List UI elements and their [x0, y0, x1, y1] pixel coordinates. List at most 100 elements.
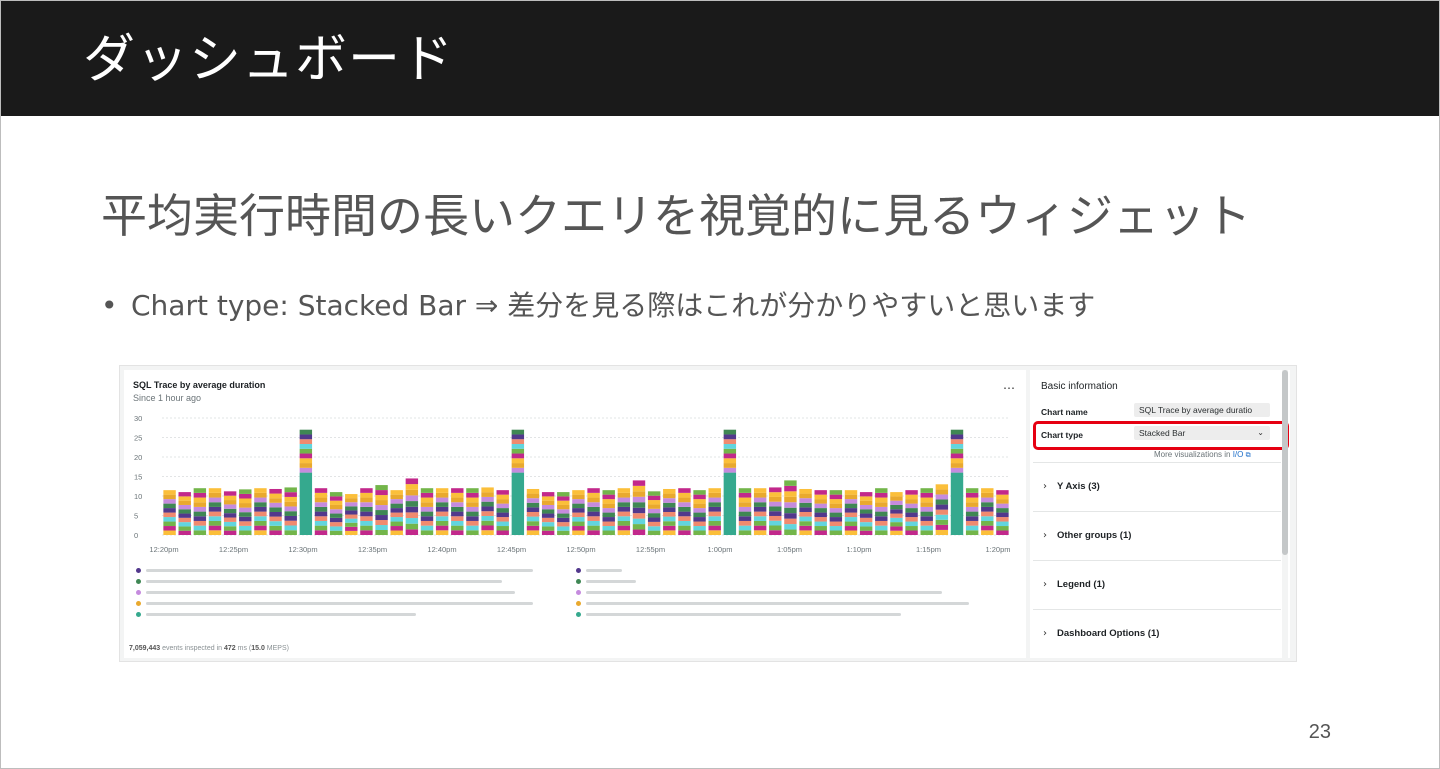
bar-segment — [920, 506, 933, 512]
bar-segment — [345, 498, 358, 503]
bar-segment — [799, 488, 812, 494]
bar-segment — [178, 496, 191, 501]
bar-segment — [541, 526, 555, 531]
bar-segment — [163, 490, 176, 495]
bar-segment — [632, 524, 646, 530]
bar-segment — [708, 492, 721, 498]
bar-segment — [753, 488, 767, 493]
bar-segment — [875, 488, 888, 493]
more-options-icon[interactable]: … — [1003, 378, 1016, 392]
bar-segment — [920, 488, 933, 493]
bar-segment — [299, 444, 313, 449]
legend-item[interactable] — [136, 566, 533, 575]
bar-segment — [269, 516, 282, 522]
bar-segment — [632, 491, 646, 497]
bar-segment — [269, 498, 282, 503]
bar-segment — [829, 517, 843, 522]
legend-item[interactable] — [136, 599, 533, 608]
bar-segment — [254, 492, 267, 498]
legend-item[interactable] — [136, 610, 416, 619]
bar-segment — [799, 511, 812, 517]
bar-segment — [360, 492, 373, 498]
bar-segment — [511, 467, 525, 473]
legend-item[interactable] — [576, 577, 636, 586]
bar-segment — [405, 501, 419, 507]
bar-segment — [572, 490, 585, 495]
bar-segment — [965, 525, 979, 531]
bar-segment — [859, 504, 873, 510]
legend-item[interactable] — [576, 566, 622, 575]
bar-segment — [935, 514, 949, 520]
bar-segment — [784, 529, 797, 535]
bar-segment — [405, 478, 419, 485]
bar-segment — [981, 520, 994, 526]
bar-segment — [299, 463, 313, 468]
bar-segment — [950, 467, 964, 473]
bar-segment — [602, 521, 615, 527]
bar-segment — [541, 517, 555, 523]
bar-segment — [435, 530, 449, 535]
io-link[interactable]: I/O — [1233, 450, 1244, 459]
bar-segment — [451, 506, 464, 512]
bar-segment — [920, 492, 933, 498]
bar-segment — [375, 495, 388, 501]
meps-value: 15.0 — [251, 645, 265, 652]
bar-segment — [617, 530, 631, 535]
legend-item[interactable] — [136, 588, 515, 597]
bar-segment — [981, 497, 994, 503]
x-tick-label: 12:45pm — [497, 545, 526, 554]
bar-segment — [466, 525, 479, 531]
bar-segment — [496, 530, 509, 535]
chart-name-input[interactable]: SQL Trace by average duratio — [1134, 403, 1270, 417]
bar-segment — [602, 499, 615, 504]
bar-segment — [572, 521, 585, 527]
bar-segment — [814, 490, 827, 495]
bar-segment — [451, 520, 464, 526]
legend-item[interactable] — [576, 588, 942, 597]
bar-segment — [905, 521, 918, 527]
bar-segment — [511, 458, 525, 464]
bar-segment — [859, 509, 873, 514]
bar-segment — [541, 522, 555, 527]
legend-item[interactable] — [136, 577, 502, 586]
bar-segment — [753, 502, 767, 507]
bar-segment — [769, 515, 782, 521]
bar-segment — [299, 453, 313, 459]
bar-segment — [663, 507, 676, 512]
bar-segment — [708, 511, 721, 517]
y-axis-section[interactable]: › Y Axis (3) — [1033, 462, 1281, 511]
scrollbar-thumb[interactable] — [1282, 370, 1288, 555]
bar-segment — [314, 516, 328, 521]
legend-item[interactable] — [576, 610, 901, 619]
bar-segment — [254, 497, 267, 503]
bar-segment — [254, 502, 267, 507]
bar-segment — [239, 489, 252, 494]
bar-segment — [163, 521, 176, 527]
bar-segment — [784, 513, 797, 519]
bar-segment — [163, 517, 176, 522]
bar-segment — [193, 506, 207, 512]
bar-segment — [390, 494, 403, 500]
bar-segment — [223, 521, 237, 527]
bar-segment — [239, 493, 252, 499]
bar-segment — [466, 492, 479, 498]
legend-item[interactable] — [576, 599, 969, 608]
dashboard-options-section[interactable]: › Dashboard Options (1) — [1033, 609, 1281, 658]
bar-segment — [451, 497, 464, 503]
bar-segment — [284, 496, 297, 502]
other-groups-section[interactable]: › Other groups (1) — [1033, 511, 1281, 560]
bar-segment — [996, 530, 1009, 535]
footer-text: ms ( — [235, 645, 252, 652]
more-visualizations-text: More visualizations in — [1154, 450, 1233, 459]
bar-segment — [859, 496, 873, 501]
bar-segment — [829, 490, 843, 495]
bar-segment — [541, 509, 555, 514]
bar-segment — [647, 526, 661, 531]
legend-section[interactable]: › Legend (1) — [1033, 560, 1281, 609]
bar-segment — [269, 502, 282, 508]
bar-segment — [466, 511, 479, 517]
bar-segment — [693, 494, 706, 500]
bar-segment — [632, 485, 646, 492]
bar-segment — [784, 524, 797, 530]
bar-segment — [647, 513, 661, 518]
